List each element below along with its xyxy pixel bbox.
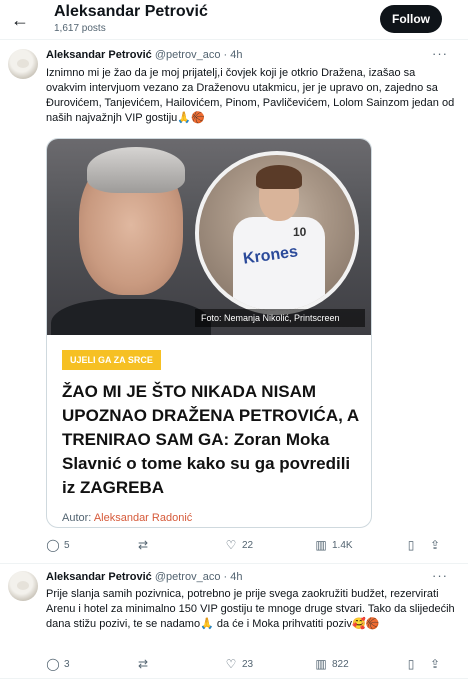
retweet-button[interactable]: ⇄ — [136, 536, 154, 554]
like-button[interactable]: ♡ 22 — [224, 536, 254, 554]
author-handle[interactable]: @petrov_aco · 4h — [155, 49, 243, 61]
reply-count: 3 — [64, 658, 70, 670]
article-image: Krones 10 Foto: Nemanja Nikolić, Printsc… — [47, 139, 371, 335]
like-count: 22 — [242, 539, 254, 551]
player-photo-inset: Krones 10 — [195, 151, 359, 315]
retweet-button[interactable]: ⇄ — [136, 655, 154, 673]
like-icon: ♡ — [225, 538, 237, 552]
article-headline[interactable]: ŽAO MI JE ŠTO NIKADA NISAM UPOZNAO DRAŽE… — [62, 380, 362, 500]
author-name[interactable]: Aleksandar Petrović — [46, 571, 152, 583]
back-arrow-icon[interactable]: ← — [8, 8, 32, 32]
like-icon: ♡ — [225, 657, 237, 671]
tweet-header: Aleksandar Petrović @petrov_aco · 4h — [46, 571, 242, 583]
reply-icon: ◯ — [46, 538, 60, 552]
reply-count: 5 — [64, 539, 70, 551]
jersey-text: Krones — [242, 243, 299, 268]
article-author: Autor: Aleksandar Radonić — [62, 512, 192, 524]
retweet-icon: ⇄ — [137, 657, 149, 671]
tweet-actions: ◯ 3 ⇄ ♡ 23 ▥ 822 ▯ ⇪ — [46, 655, 448, 673]
hair-shape — [87, 147, 185, 193]
views-button[interactable]: ▥ 822 — [314, 655, 349, 673]
author-name[interactable]: Aleksandar Petrović — [46, 49, 152, 61]
reply-button[interactable]: ◯ 3 — [46, 655, 70, 673]
profile-name: Aleksandar Petrović — [54, 3, 208, 20]
bookmark-icon: ▯ — [407, 657, 415, 671]
more-options-icon[interactable]: ··· — [432, 46, 448, 61]
tweet-header: Aleksandar Petrović @petrov_aco · 4h — [46, 49, 242, 61]
author-handle[interactable]: @petrov_aco · 4h — [155, 571, 243, 583]
share-button[interactable]: ⇪ — [428, 655, 446, 673]
views-icon: ▥ — [315, 657, 327, 671]
tweet[interactable]: Aleksandar Petrović @petrov_aco · 4h ···… — [0, 564, 468, 679]
photo-credit: Foto: Nemanja Nikolić, Printscreen — [195, 309, 365, 327]
reply-button[interactable]: ◯ 5 — [46, 536, 70, 554]
like-button[interactable]: ♡ 23 — [224, 655, 254, 673]
avatar[interactable] — [8, 571, 38, 601]
views-icon: ▥ — [315, 538, 327, 552]
shirt-shape — [51, 299, 211, 335]
tweet-text: Prije slanja samih pozivnica, potrebno j… — [46, 588, 455, 630]
share-icon: ⇪ — [429, 538, 441, 552]
profile-header: ← Aleksandar Petrović 1,617 posts Follow — [0, 0, 468, 40]
jersey-shape: Krones 10 — [233, 217, 325, 311]
retweet-icon: ⇄ — [137, 538, 149, 552]
views-count: 1.4K — [332, 539, 353, 551]
bookmark-button[interactable]: ▯ — [404, 655, 422, 673]
category-badge: UJELI GA ZA SRCE — [62, 350, 161, 370]
jersey-number: 10 — [293, 225, 307, 239]
reply-icon: ◯ — [46, 657, 60, 671]
like-count: 23 — [242, 658, 254, 670]
more-options-icon[interactable]: ··· — [432, 568, 448, 583]
share-button[interactable]: ⇪ — [428, 536, 446, 554]
tweet[interactable]: Aleksandar Petrović @petrov_aco · 4h ···… — [0, 40, 468, 564]
views-count: 822 — [332, 658, 349, 670]
post-count: 1,617 posts — [54, 23, 106, 34]
bookmark-button[interactable]: ▯ — [404, 536, 422, 554]
avatar[interactable] — [8, 49, 38, 79]
views-button[interactable]: ▥ 1.4K — [314, 536, 353, 554]
follow-button[interactable]: Follow — [380, 5, 442, 33]
link-card[interactable]: Krones 10 Foto: Nemanja Nikolić, Printsc… — [46, 138, 372, 528]
author-link[interactable]: Aleksandar Radonić — [94, 512, 192, 524]
author-label: Autor: — [62, 512, 92, 524]
share-icon: ⇪ — [429, 657, 441, 671]
tweet-actions: ◯ 5 ⇄ ♡ 22 ▥ 1.4K ▯ ⇪ — [46, 536, 448, 554]
tweet-text: Iznimno mi je žao da je moj prijatelj,i … — [46, 67, 455, 124]
player-hair-shape — [256, 165, 302, 189]
bookmark-icon: ▯ — [407, 538, 415, 552]
